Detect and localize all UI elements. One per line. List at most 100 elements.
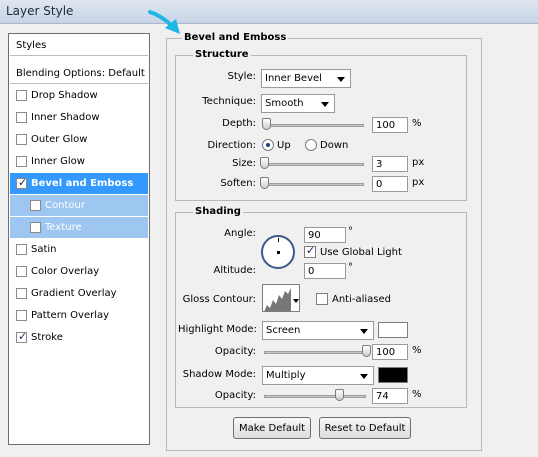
inner-glow-label: Inner Glow [31, 156, 85, 167]
altitude-unit: ° [348, 262, 353, 273]
make-default-label: Make Default [238, 422, 306, 434]
angle-unit: ° [348, 226, 353, 237]
styles-item-label: Styles [16, 39, 47, 51]
reset-to-default-label: Reset to Default [324, 422, 406, 434]
altitude-input[interactable]: 0 [304, 263, 346, 279]
make-default-button[interactable]: Make Default [233, 417, 311, 439]
stroke-checkbox[interactable] [16, 330, 27, 343]
shadow-opacity-unit: % [412, 389, 422, 400]
structure-title: Structure [193, 49, 251, 60]
angle-dial[interactable] [261, 235, 295, 269]
bevel-emboss-label: Bevel and Emboss [31, 178, 134, 189]
texture-item[interactable]: Texture [10, 217, 148, 238]
soften-unit: px [412, 177, 425, 188]
stroke-label: Stroke [31, 332, 63, 343]
size-unit: px [412, 157, 425, 168]
styles-item[interactable]: Styles [10, 35, 148, 56]
soften-slider-thumb[interactable] [260, 177, 269, 189]
blending-options-item[interactable]: Blending Options: Default [10, 63, 148, 84]
color-overlay-item[interactable]: Color Overlay [10, 261, 148, 282]
technique-label: Technique: [202, 96, 256, 107]
shadow-opacity-label: Opacity: [214, 390, 256, 401]
shadow-opacity-value: 74 [376, 390, 389, 402]
altitude-value: 0 [308, 265, 315, 277]
use-global-light-checkbox[interactable] [304, 244, 316, 258]
drop-shadow-checkbox[interactable] [16, 90, 27, 101]
shading-title: Shading [193, 206, 243, 217]
contour-item[interactable]: Contour [10, 195, 148, 216]
shadow-mode-label: Shadow Mode: [182, 369, 256, 380]
drop-shadow-label: Drop Shadow [31, 90, 98, 101]
pattern-overlay-item[interactable]: Pattern Overlay [10, 305, 148, 326]
angle-label: Angle: [224, 228, 256, 239]
gradient-overlay-checkbox[interactable] [16, 288, 27, 299]
technique-select[interactable]: Smooth [261, 94, 335, 113]
drop-shadow-item[interactable]: Drop Shadow [10, 85, 148, 106]
reset-to-default-button[interactable]: Reset to Default [319, 417, 411, 439]
depth-slider-track [264, 124, 364, 127]
highlight-opacity-value: 100 [376, 346, 396, 358]
highlight-mode-value: Screen [266, 325, 301, 336]
inner-shadow-item[interactable]: Inner Shadow [10, 107, 148, 128]
highlight-color-swatch[interactable] [378, 322, 408, 338]
size-label: Size: [232, 158, 256, 169]
direction-down-radio[interactable] [305, 139, 317, 151]
outer-glow-checkbox[interactable] [16, 134, 27, 145]
gloss-contour-picker[interactable] [262, 284, 300, 312]
contour-checkbox[interactable] [30, 200, 41, 211]
gradient-overlay-label: Gradient Overlay [31, 288, 117, 299]
highlight-mode-select[interactable]: Screen [262, 321, 374, 340]
anti-aliased-checkbox[interactable] [316, 293, 328, 305]
direction-up-radio[interactable] [262, 139, 274, 151]
style-select[interactable]: Inner Bevel [261, 69, 351, 88]
depth-slider-thumb[interactable] [262, 118, 271, 130]
bevel-emboss-checkbox[interactable] [16, 176, 27, 189]
gradient-overlay-item[interactable]: Gradient Overlay [10, 283, 148, 304]
shadow-mode-value: Multiply [266, 370, 306, 381]
size-slider-thumb[interactable] [260, 157, 269, 169]
depth-input[interactable]: 100 [372, 117, 408, 133]
shadow-opacity-track [264, 395, 366, 398]
inner-glow-item[interactable]: Inner Glow [10, 151, 148, 172]
size-slider-track [264, 163, 364, 166]
use-global-light-label: Use Global Light [320, 247, 402, 258]
shadow-opacity-input[interactable]: 74 [372, 388, 408, 404]
direction-label: Direction: [207, 140, 256, 151]
bevel-emboss-item[interactable]: Bevel and Emboss [10, 173, 148, 194]
satin-label: Satin [31, 244, 57, 255]
altitude-label: Altitude: [213, 265, 256, 276]
style-select-value: Inner Bevel [265, 73, 322, 84]
gloss-contour-label: Gloss Contour: [182, 294, 256, 305]
highlight-opacity-track [264, 351, 366, 354]
depth-value: 100 [376, 119, 396, 131]
window-title: Layer Style [6, 4, 74, 18]
shadow-mode-select[interactable]: Multiply [262, 366, 374, 385]
highlight-opacity-input[interactable]: 100 [372, 344, 408, 360]
size-input[interactable]: 3 [372, 156, 408, 172]
shadow-color-swatch[interactable] [378, 367, 408, 383]
outer-glow-item[interactable]: Outer Glow [10, 129, 148, 150]
texture-label: Texture [45, 222, 82, 233]
outer-glow-label: Outer Glow [31, 134, 88, 145]
chevron-down-icon [360, 329, 368, 334]
anti-aliased-label: Anti-aliased [332, 294, 392, 305]
direction-up-label: Up [277, 140, 291, 151]
title-bar: Layer Style [0, 0, 538, 24]
angle-value: 90 [308, 229, 321, 241]
inner-glow-checkbox[interactable] [16, 156, 27, 167]
soften-input[interactable]: 0 [372, 176, 408, 192]
texture-checkbox[interactable] [30, 222, 41, 233]
angle-input[interactable]: 90 [304, 227, 346, 243]
satin-item[interactable]: Satin [10, 239, 148, 260]
satin-checkbox[interactable] [16, 244, 27, 255]
soften-value: 0 [376, 178, 383, 190]
pattern-overlay-checkbox[interactable] [16, 310, 27, 321]
color-overlay-checkbox[interactable] [16, 266, 27, 277]
highlight-opacity-unit: % [412, 345, 422, 356]
inner-shadow-checkbox[interactable] [16, 112, 27, 123]
color-overlay-label: Color Overlay [31, 266, 100, 277]
highlight-opacity-thumb[interactable] [362, 345, 371, 357]
direction-down-label: Down [320, 140, 349, 151]
stroke-item[interactable]: Stroke [10, 327, 148, 348]
panel-title: Bevel and Emboss [182, 32, 289, 43]
